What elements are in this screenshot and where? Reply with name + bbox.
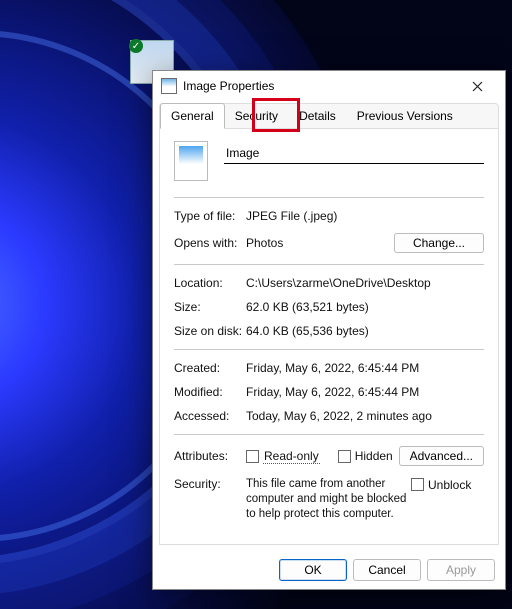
properties-dialog: Image Properties General Security Detail…	[152, 70, 506, 590]
tab-general[interactable]: General	[160, 103, 225, 129]
readonly-checkbox[interactable]	[246, 450, 259, 463]
modified-label: Modified:	[174, 385, 246, 399]
attributes-label: Attributes:	[174, 449, 246, 463]
general-panel: Type of file: JPEG File (.jpeg) Opens wi…	[159, 129, 499, 545]
hidden-label: Hidden	[355, 449, 393, 463]
opens-with-label: Opens with:	[174, 236, 246, 250]
created-value: Friday, May 6, 2022, 6:45:44 PM	[246, 361, 484, 375]
location-value: C:\Users\zarme\OneDrive\Desktop	[246, 276, 484, 290]
sync-badge-icon: ✓	[129, 39, 143, 53]
titlebar: Image Properties	[153, 71, 505, 101]
security-note: This file came from another computer and…	[246, 477, 411, 522]
security-label: Security:	[174, 477, 246, 491]
dialog-footer: OK Cancel Apply	[153, 551, 505, 589]
file-type-icon	[174, 141, 208, 181]
size-label: Size:	[174, 300, 246, 314]
close-icon	[472, 81, 483, 92]
apply-button[interactable]: Apply	[427, 559, 495, 581]
advanced-button[interactable]: Advanced...	[399, 446, 484, 466]
unblock-checkbox[interactable]	[411, 478, 424, 491]
divider	[174, 197, 484, 198]
location-label: Location:	[174, 276, 246, 290]
type-value: JPEG File (.jpeg)	[246, 209, 484, 223]
size-value: 62.0 KB (63,521 bytes)	[246, 300, 484, 314]
divider	[174, 349, 484, 350]
ok-button[interactable]: OK	[279, 559, 347, 581]
hidden-checkbox[interactable]	[338, 450, 351, 463]
accessed-label: Accessed:	[174, 409, 246, 423]
opens-with-value: Photos	[246, 236, 394, 250]
titlebar-file-icon	[161, 78, 177, 94]
filename-input[interactable]	[224, 143, 484, 164]
divider	[174, 264, 484, 265]
type-label: Type of file:	[174, 209, 246, 223]
tab-bar: General Security Details Previous Versio…	[159, 103, 499, 129]
modified-value: Friday, May 6, 2022, 6:45:44 PM	[246, 385, 484, 399]
created-label: Created:	[174, 361, 246, 375]
size-on-disk-value: 64.0 KB (65,536 bytes)	[246, 324, 484, 338]
close-button[interactable]	[457, 72, 497, 100]
cancel-button[interactable]: Cancel	[353, 559, 421, 581]
tab-security[interactable]: Security	[225, 104, 289, 128]
divider	[174, 434, 484, 435]
accessed-value: Today, May 6, 2022, 2 minutes ago	[246, 409, 484, 423]
tab-previous-versions[interactable]: Previous Versions	[347, 104, 464, 128]
unblock-label: Unblock	[428, 478, 471, 492]
readonly-label: Read-only	[263, 449, 320, 464]
tab-details[interactable]: Details	[289, 104, 347, 128]
window-title: Image Properties	[183, 79, 457, 93]
change-button[interactable]: Change...	[394, 233, 484, 253]
size-on-disk-label: Size on disk:	[174, 324, 246, 338]
